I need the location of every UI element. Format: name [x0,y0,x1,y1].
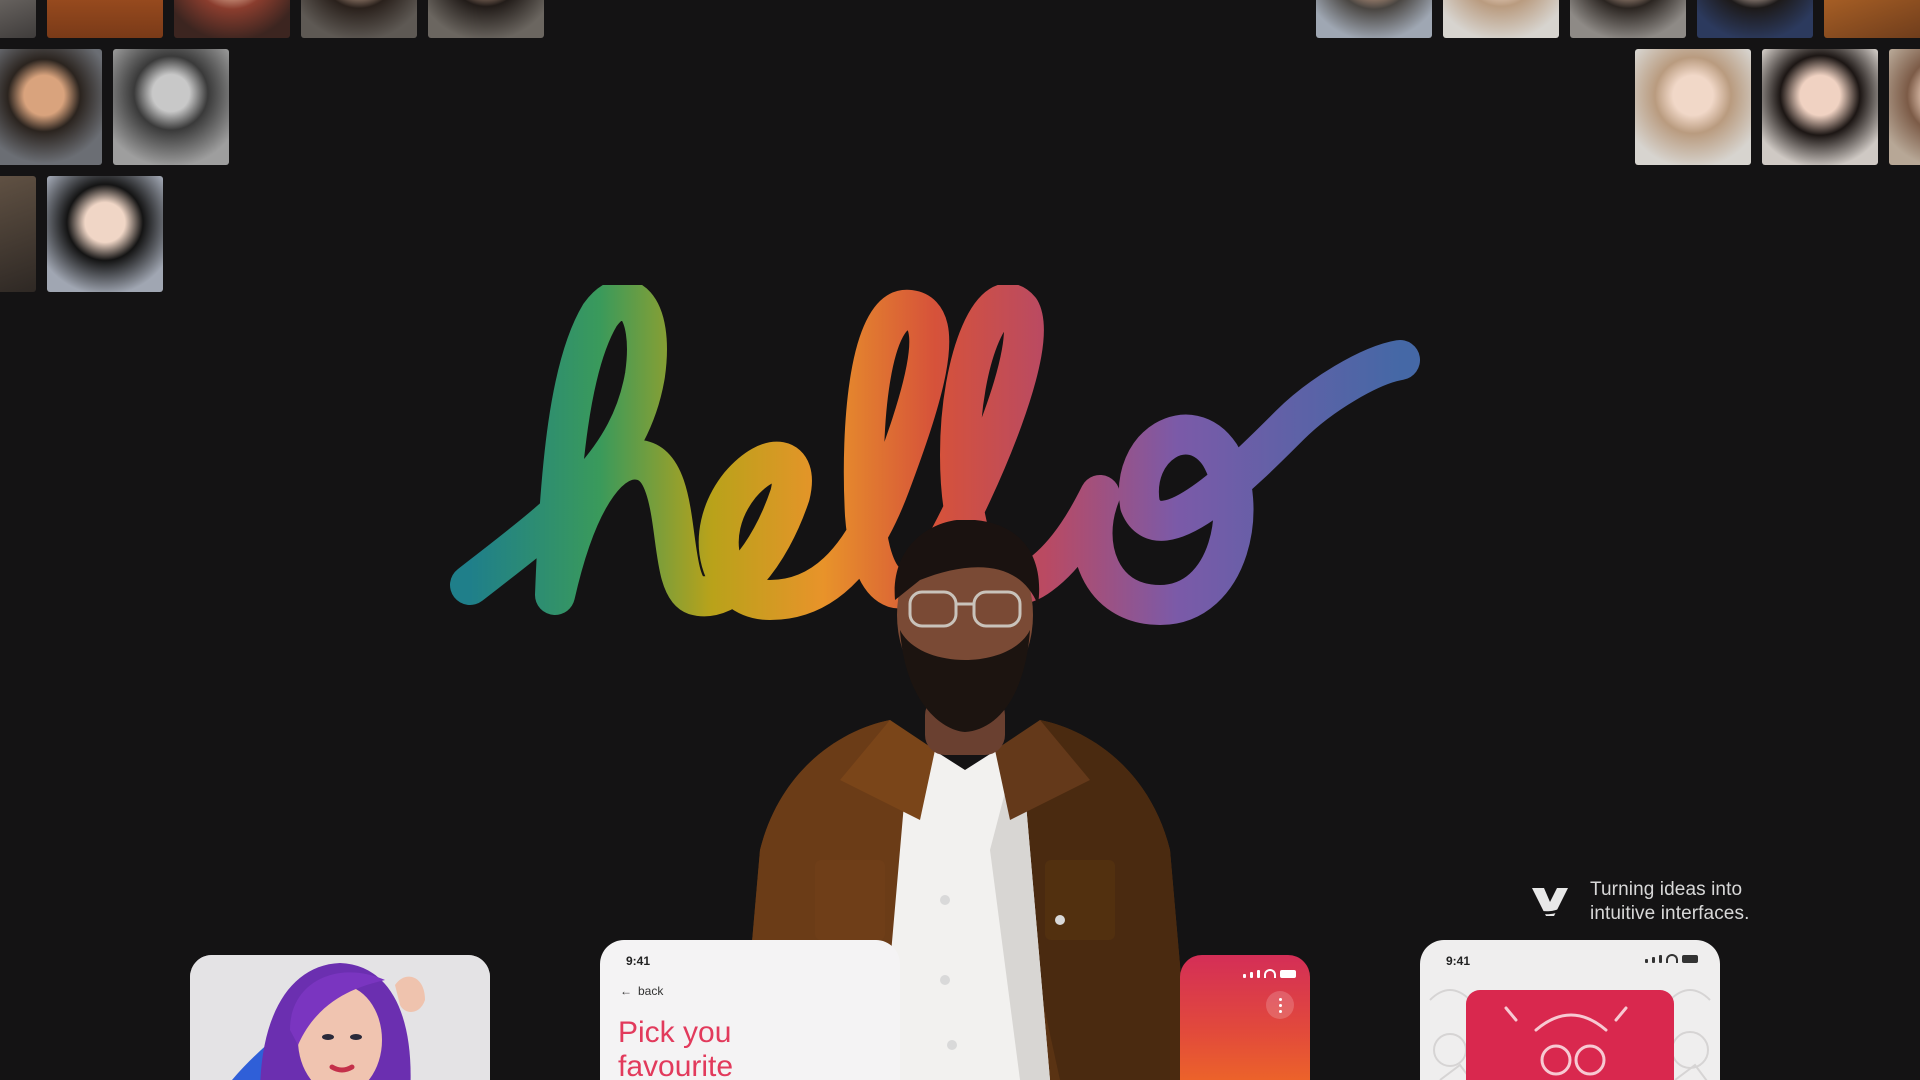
status-icons [1243,969,1296,978]
tagline: Turning ideas into intuitive interfaces. [1530,878,1749,926]
portrait-tile [1443,0,1559,38]
portrait-tile [47,176,163,292]
portrait-tile [1697,0,1813,38]
more-options-icon[interactable] [1266,991,1294,1019]
card-title-line-2: favourite [618,1050,734,1080]
portrait-tile [0,0,36,38]
status-time: 9:41 [626,954,651,968]
portrait-tile [1635,49,1751,165]
portfolio-card-sticker[interactable]: 9:41 [1420,940,1720,1080]
portrait-tile [0,176,36,292]
hero-stage: Turning ideas into intuitive interfaces.… [0,0,1920,1080]
portrait-tile [0,49,102,165]
portrait-tile [428,0,544,38]
portrait-tile [1824,0,1920,38]
portfolio-card-gradient[interactable] [1180,955,1310,1080]
portrait-tile [1762,49,1878,165]
signal-icon [1243,974,1246,978]
sticker-illustration [1504,1006,1628,1076]
portfolio-card-favourite[interactable]: 9:41 ← back Pick you favourite [600,940,900,1080]
back-button[interactable]: ← back [620,984,663,998]
wifi-icon [1264,969,1276,978]
signal-icon [1250,972,1253,978]
portfolio-card-photo[interactable] [190,955,490,1080]
portrait-tile [1889,49,1920,165]
signal-icon [1257,970,1260,978]
portrait-tile [1570,0,1686,38]
portrait-tile [174,0,290,38]
portrait-tile [301,0,417,38]
portrait-tile [47,0,163,38]
portrait-tile [1316,0,1432,38]
sticker-card[interactable] [1466,990,1674,1080]
battery-icon [1280,970,1296,978]
tagline-line-1: Turning ideas into [1590,879,1743,900]
tagline-line-2: intuitive interfaces. [1590,903,1750,924]
back-label: back [638,984,664,998]
portrait-tile [113,49,229,165]
brand-logo-icon [1532,888,1568,916]
card-title: Pick you favourite [618,1016,878,1080]
tagline-text: Turning ideas into intuitive interfaces. [1590,878,1749,926]
arrow-left-icon: ← [620,984,632,998]
card-title-line-1: Pick you [618,1016,732,1049]
portrait-illustration [190,955,490,1080]
